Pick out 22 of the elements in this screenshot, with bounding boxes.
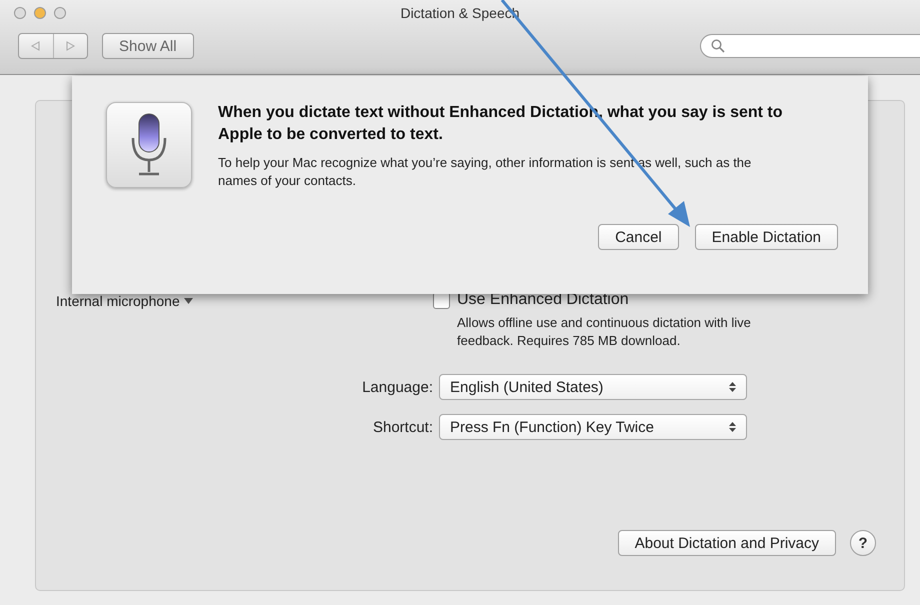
popup-menu[interactable]: English (United States) bbox=[439, 374, 747, 400]
stepper-arrows-icon bbox=[729, 421, 736, 433]
enhanced-dictation-description: Allows offline use and continuous dictation with live feedback. Requires 785 MB download. bbox=[457, 314, 752, 350]
about-dictation-privacy-button[interactable]: About Dictation and Privacy bbox=[618, 530, 836, 556]
close-light-icon[interactable] bbox=[14, 7, 26, 19]
sheet-button[interactable]: Cancel bbox=[598, 224, 679, 250]
popup-menu[interactable]: Press Fn (Function) Key Twice bbox=[439, 414, 747, 440]
help-button[interactable]: ? bbox=[850, 530, 876, 556]
search-field[interactable] bbox=[700, 34, 920, 58]
show-all-button[interactable]: Show All bbox=[102, 33, 194, 59]
sheet-button[interactable]: Enable Dictation bbox=[694, 224, 838, 250]
popup-label: Language: bbox=[361, 378, 433, 396]
minimize-light-icon[interactable] bbox=[34, 7, 46, 19]
dropdown-arrow-icon bbox=[184, 298, 193, 304]
zoom-light-icon[interactable] bbox=[54, 7, 66, 19]
search-icon bbox=[711, 39, 725, 53]
stepper-arrows-icon bbox=[729, 381, 736, 393]
popup-label: Shortcut: bbox=[372, 418, 433, 436]
microphone-icon bbox=[106, 102, 192, 188]
back-arrow-icon bbox=[31, 41, 40, 51]
input-source-popup[interactable]: Internal microphone bbox=[56, 293, 180, 309]
forward-arrow-icon bbox=[66, 41, 75, 51]
